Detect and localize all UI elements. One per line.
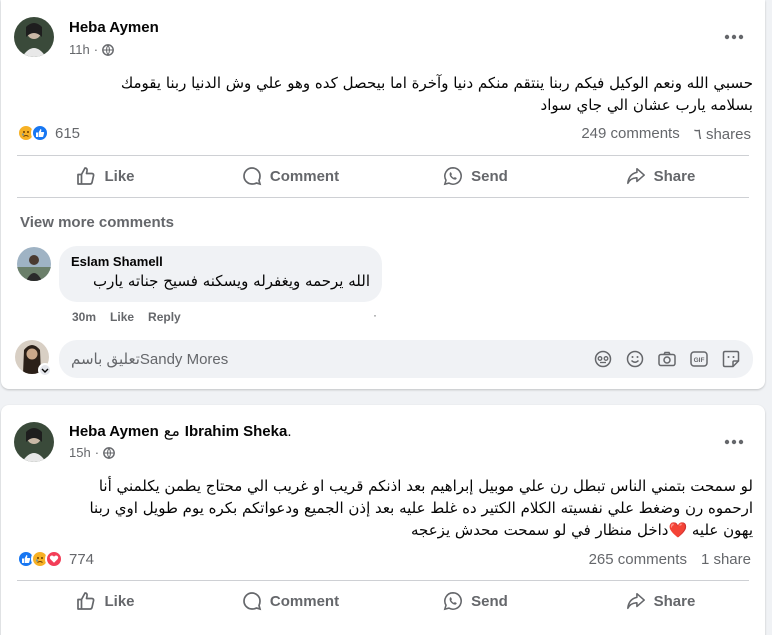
post-text: لو سمحت بتمني الناس تبطل رن علي موبيل إب… <box>89 477 753 539</box>
comment-time[interactable]: 30m <box>72 310 96 324</box>
share-button[interactable]: Share <box>568 158 753 194</box>
comment-button[interactable]: Comment <box>198 583 383 619</box>
author-avatar[interactable] <box>14 422 54 462</box>
comment-icon <box>242 166 262 186</box>
like-reaction-icon <box>31 124 49 142</box>
commenter-avatar[interactable] <box>17 247 51 281</box>
comment-bubble: Eslam Shamell الله يرحمه ويغفرله ويسكنه … <box>59 246 382 302</box>
comment-text: الله يرحمه ويغفرله ويسكنه فسيح جناته يار… <box>92 272 370 290</box>
share-label: Share <box>653 592 696 610</box>
globe-icon <box>103 446 115 459</box>
post-card: Heba Aymen 11h · حسبي الله ونعم الوكيل ف… <box>1 0 765 389</box>
emoji-icon[interactable] <box>625 349 645 369</box>
thumbs-up-icon <box>76 591 96 611</box>
comment-count[interactable]: 249 comments <box>581 125 679 143</box>
divider <box>17 580 749 581</box>
whatsapp-icon <box>443 591 463 611</box>
separator-dot: · <box>373 308 377 322</box>
tag-suffix: . <box>287 423 292 440</box>
reaction-count[interactable]: 774 <box>69 551 94 568</box>
author-avatar[interactable] <box>14 17 54 57</box>
author-name[interactable]: Heba Aymen <box>69 423 159 440</box>
send-label: Send <box>471 592 508 610</box>
comment-icon <box>242 591 262 611</box>
comment-actions: 30m Like Reply <box>72 310 181 324</box>
action-bar: Like Comment Send Share <box>13 158 753 194</box>
send-button[interactable]: Send <box>383 583 568 619</box>
like-button[interactable]: Like <box>13 583 198 619</box>
more-options-icon[interactable] <box>716 424 752 460</box>
post-card: Heba Aymen مع Ibrahim Sheka. 15h · لو سم… <box>1 405 765 635</box>
gif-icon[interactable]: GIF <box>689 349 709 369</box>
like-label: Like <box>104 592 135 610</box>
comment-label: Comment <box>269 167 340 185</box>
comment-reply-link[interactable]: Reply <box>148 310 181 324</box>
divider <box>17 155 749 156</box>
commenter-name[interactable]: Eslam Shamell <box>71 254 370 269</box>
view-more-comments-link[interactable]: View more comments <box>20 214 174 231</box>
post-time[interactable]: 15h <box>69 445 91 460</box>
post-meta: 11h · <box>69 42 114 57</box>
sticker-icon[interactable] <box>721 349 741 369</box>
tagged-user[interactable]: Ibrahim Sheka <box>185 423 288 440</box>
comment-input-placeholder: تعليق باسمSandy Mores <box>71 351 229 368</box>
like-button[interactable]: Like <box>13 158 198 194</box>
camera-icon[interactable] <box>657 349 677 369</box>
post-header-line: Heba Aymen مع Ibrahim Sheka. <box>69 422 292 440</box>
share-count[interactable]: ٦ shares <box>694 125 751 143</box>
comment-input[interactable]: تعليق باسمSandy Mores GIF <box>59 340 753 378</box>
comment-button[interactable]: Comment <box>198 158 383 194</box>
like-label: Like <box>104 167 135 185</box>
comment-label: Comment <box>269 592 340 610</box>
reaction-summary[interactable]: 615 <box>17 124 80 142</box>
share-arrow-icon <box>626 591 646 611</box>
post-text: حسبي الله ونعم الوكيل فيكم ربنا ينتقم من… <box>120 74 753 114</box>
author-name[interactable]: Heba Aymen <box>69 19 159 36</box>
comment-count[interactable]: 265 comments <box>589 551 687 568</box>
send-button[interactable]: Send <box>383 158 568 194</box>
reaction-count[interactable]: 615 <box>55 125 80 142</box>
more-options-icon[interactable] <box>716 19 752 55</box>
share-button[interactable]: Share <box>568 583 753 619</box>
divider <box>17 197 749 198</box>
whatsapp-icon <box>443 166 463 186</box>
reaction-summary[interactable]: 774 <box>17 550 94 568</box>
globe-icon <box>102 43 114 56</box>
post-stats: 249 comments ٦ shares <box>581 125 751 143</box>
post-time[interactable]: 11h <box>69 42 90 57</box>
action-bar: Like Comment Send Share <box>13 583 753 619</box>
with-word: مع <box>163 423 180 440</box>
post-stats: 265 comments 1 share <box>589 551 751 568</box>
comment-like-link[interactable]: Like <box>110 310 134 324</box>
thumbs-up-icon <box>76 166 96 186</box>
post-meta: 15h · <box>69 445 115 460</box>
send-label: Send <box>471 167 508 185</box>
svg-text:GIF: GIF <box>694 357 705 364</box>
share-label: Share <box>653 167 696 185</box>
avatar-sticker-icon[interactable] <box>593 349 613 369</box>
profile-switch-chevron-icon[interactable] <box>38 363 52 377</box>
love-reaction-icon <box>45 550 63 568</box>
share-count[interactable]: 1 share <box>701 551 751 568</box>
share-arrow-icon <box>626 166 646 186</box>
